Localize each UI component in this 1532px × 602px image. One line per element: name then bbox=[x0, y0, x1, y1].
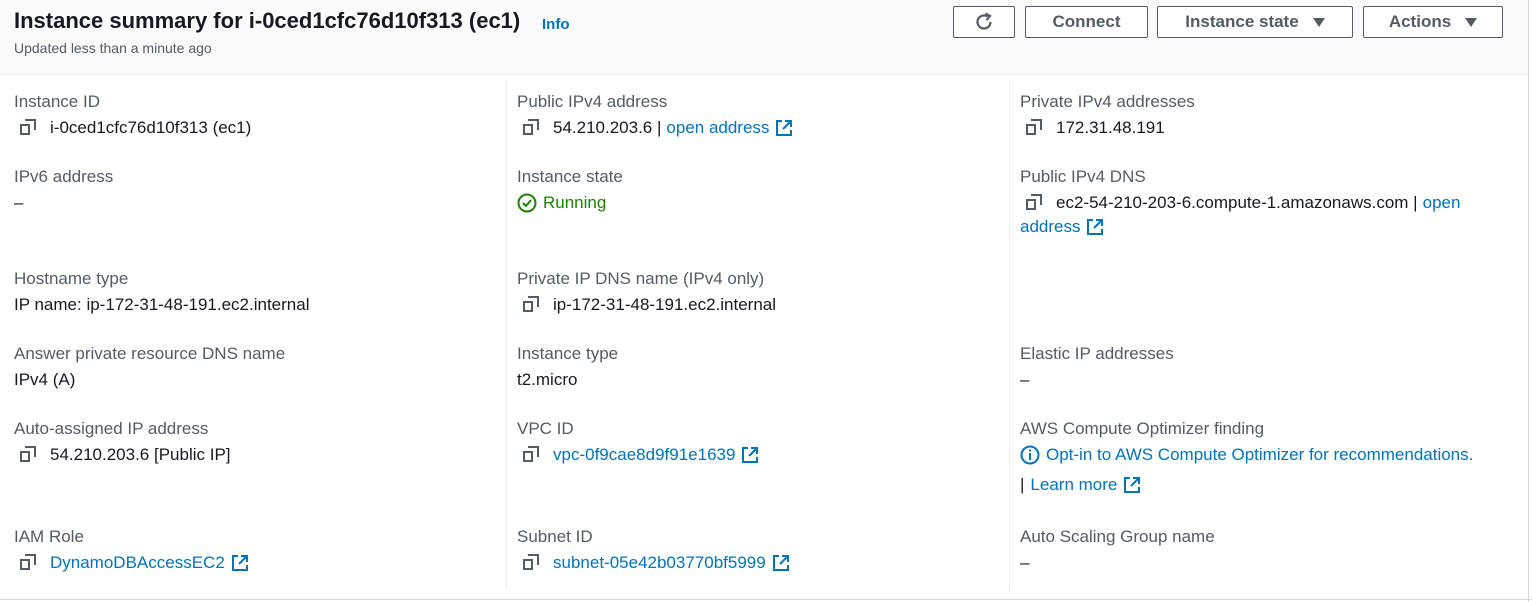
external-link-icon bbox=[1087, 219, 1104, 235]
column-divider bbox=[1009, 80, 1010, 590]
refresh-button[interactable] bbox=[953, 6, 1015, 38]
iam-role-link[interactable]: DynamoDBAccessEC2 bbox=[50, 553, 225, 573]
field-label: Private IP DNS name (IPv4 only) bbox=[517, 269, 765, 288]
updated-subtitle: Updated less than a minute ago bbox=[14, 40, 212, 56]
public-dns-value: ec2-54-210-203-6.compute-1.amazonaws.com… bbox=[1056, 193, 1418, 212]
instance-type-value: t2.micro bbox=[517, 370, 578, 389]
field-auto-assigned-ip: Auto-assigned IP address 54.210.203.6 [P… bbox=[14, 419, 231, 465]
optimizer-opt-in-link[interactable]: Opt-in to AWS Compute Optimizer for reco… bbox=[1046, 445, 1473, 465]
external-link-icon bbox=[742, 447, 759, 463]
external-link-icon bbox=[1124, 477, 1141, 493]
copy-icon[interactable] bbox=[1026, 194, 1044, 212]
field-instance-type: Instance type t2.micro bbox=[517, 344, 618, 390]
panel-right-border bbox=[1528, 0, 1529, 602]
connect-label: Connect bbox=[1052, 12, 1121, 31]
subnet-id-link[interactable]: subnet-05e42b03770bf5999 bbox=[553, 553, 766, 573]
field-label: Hostname type bbox=[14, 269, 129, 288]
field-label: Auto Scaling Group name bbox=[1020, 527, 1215, 546]
field-subnet-id: Subnet ID subnet-05e42b03770bf5999 bbox=[517, 527, 790, 573]
field-hostname-type: Hostname type IP name: ip-172-31-48-191.… bbox=[14, 269, 309, 315]
instance-state-button[interactable]: Instance state bbox=[1157, 6, 1353, 38]
copy-icon[interactable] bbox=[523, 119, 541, 137]
copy-icon[interactable] bbox=[20, 119, 38, 137]
ipv6-value: – bbox=[14, 193, 24, 212]
field-label: Auto-assigned IP address bbox=[14, 419, 209, 438]
field-label: Answer private resource DNS name bbox=[14, 344, 286, 363]
panel-bottom-border bbox=[0, 599, 1532, 600]
copy-icon[interactable] bbox=[20, 554, 38, 572]
refresh-icon bbox=[976, 12, 992, 30]
public-ipv4-value: 54.210.203.6 | bbox=[553, 118, 662, 137]
field-elastic-ip: Elastic IP addresses – bbox=[1020, 344, 1174, 390]
copy-icon[interactable] bbox=[523, 446, 541, 464]
field-label: IPv6 address bbox=[14, 167, 114, 186]
field-instance-state: Instance state Running bbox=[517, 167, 623, 213]
elastic-ip-value: – bbox=[1020, 370, 1030, 389]
field-public-dns: Public IPv4 DNS ec2-54-210-203-6.compute… bbox=[1020, 167, 1460, 237]
instance-state-label: Instance state bbox=[1185, 12, 1299, 31]
external-link-icon bbox=[231, 555, 248, 571]
asg-value: – bbox=[1020, 553, 1030, 572]
copy-icon[interactable] bbox=[523, 554, 541, 572]
answer-dns-value: IPv4 (A) bbox=[14, 370, 76, 389]
actions-label: Actions bbox=[1388, 12, 1452, 31]
vpc-id-link[interactable]: vpc-0f9cae8d9f91e1639 bbox=[553, 445, 735, 465]
info-icon bbox=[1020, 445, 1040, 465]
instance-state-value: Running bbox=[543, 193, 607, 212]
field-label: VPC ID bbox=[517, 419, 574, 438]
address-link[interactable]: address bbox=[1020, 217, 1080, 237]
external-link-icon bbox=[772, 555, 789, 571]
external-link-icon bbox=[776, 120, 793, 136]
field-vpc-id: VPC ID vpc-0f9cae8d9f91e1639 bbox=[517, 419, 759, 465]
field-auto-scaling-group: Auto Scaling Group name – bbox=[1020, 527, 1215, 573]
field-label: Public IPv4 address bbox=[517, 92, 668, 111]
field-iam-role: IAM Role DynamoDBAccessEC2 bbox=[14, 527, 249, 573]
field-answer-dns: Answer private resource DNS name IPv4 (A… bbox=[14, 344, 285, 390]
field-instance-id: Instance ID i-0ced1cfc76d10f313 (ec1) bbox=[14, 92, 251, 138]
caret-down-icon bbox=[1312, 17, 1325, 27]
field-compute-optimizer: AWS Compute Optimizer finding Opt-in to … bbox=[1020, 419, 1473, 495]
field-label: Instance state bbox=[517, 167, 623, 186]
copy-icon[interactable] bbox=[20, 446, 38, 464]
learn-more-link[interactable]: Learn more bbox=[1030, 475, 1117, 495]
field-label: AWS Compute Optimizer finding bbox=[1020, 419, 1265, 438]
field-label: Private IPv4 addresses bbox=[1020, 92, 1195, 111]
field-private-ipv4: Private IPv4 addresses 172.31.48.191 bbox=[1020, 92, 1195, 138]
field-label: Subnet ID bbox=[517, 527, 593, 546]
field-label: Instance ID bbox=[14, 92, 100, 111]
actions-button[interactable]: Actions bbox=[1363, 6, 1503, 38]
field-private-ip-dns: Private IP DNS name (IPv4 only) ip-172-3… bbox=[517, 269, 776, 315]
field-ipv6: IPv6 address – bbox=[14, 167, 113, 213]
connect-button[interactable]: Connect bbox=[1025, 6, 1148, 38]
field-label: Elastic IP addresses bbox=[1020, 344, 1174, 363]
info-link[interactable]: Info bbox=[542, 16, 570, 33]
copy-icon[interactable] bbox=[523, 296, 541, 314]
open-link[interactable]: open bbox=[1423, 193, 1461, 213]
field-label: Public IPv4 DNS bbox=[1020, 167, 1146, 186]
success-check-icon bbox=[517, 193, 537, 213]
instance-id-value: i-0ced1cfc76d10f313 (ec1) bbox=[50, 118, 252, 137]
hostname-type-value: IP name: ip-172-31-48-191.ec2.internal bbox=[14, 295, 310, 314]
column-divider bbox=[506, 80, 507, 590]
private-ipv4-value: 172.31.48.191 bbox=[1056, 118, 1165, 137]
private-ip-dns-value: ip-172-31-48-191.ec2.internal bbox=[553, 295, 777, 314]
auto-ip-value: 54.210.203.6 [Public IP] bbox=[50, 445, 231, 464]
copy-icon[interactable] bbox=[1026, 119, 1044, 137]
open-address-link[interactable]: open address bbox=[666, 118, 769, 138]
separator: | bbox=[1020, 475, 1025, 494]
page-title: Instance summary for i-0ced1cfc76d10f313… bbox=[14, 8, 521, 33]
caret-down-icon bbox=[1465, 17, 1478, 27]
field-label: Instance type bbox=[517, 344, 619, 363]
field-label: IAM Role bbox=[14, 527, 84, 546]
summary-header: Instance summary for i-0ced1cfc76d10f313… bbox=[0, 0, 1528, 75]
field-public-ipv4: Public IPv4 address 54.210.203.6 | open … bbox=[517, 92, 793, 138]
